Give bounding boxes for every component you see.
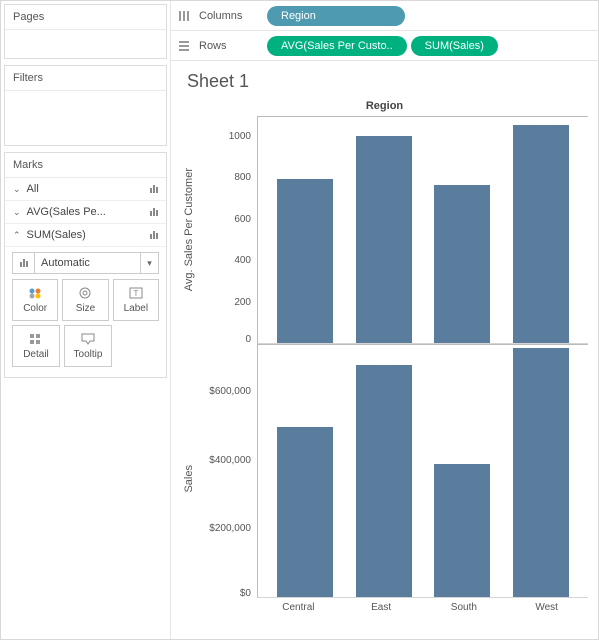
columns-icon bbox=[177, 10, 191, 22]
bar[interactable] bbox=[356, 136, 412, 344]
bar[interactable] bbox=[277, 427, 333, 597]
columns-shelf-label: Columns bbox=[199, 10, 259, 22]
filters-header: Filters bbox=[5, 66, 166, 91]
card-label: Detail bbox=[23, 349, 49, 360]
column-header-region: Region bbox=[181, 100, 588, 112]
pill-avg-sales-per-customer[interactable]: AVG(Sales Per Custo.. bbox=[267, 36, 407, 56]
tooltip-icon bbox=[80, 332, 96, 346]
pill-label: AVG(Sales Per Custo.. bbox=[281, 40, 393, 52]
plot-area-1[interactable] bbox=[257, 116, 588, 344]
chevron-down-icon: ⌄ bbox=[13, 207, 21, 218]
plot-area-2[interactable] bbox=[257, 344, 588, 598]
sheet-title[interactable]: Sheet 1 bbox=[187, 71, 588, 92]
bar-chart-icon bbox=[150, 208, 158, 216]
marks-row-all[interactable]: ⌄ All bbox=[5, 178, 166, 201]
right-area: Columns Region Rows AVG(Sales Per Custo.… bbox=[171, 1, 598, 639]
category-label: South bbox=[423, 598, 506, 613]
y-axis-label-1: Avg. Sales Per Customer bbox=[181, 116, 197, 344]
marks-row-label: AVG(Sales Pe... bbox=[27, 206, 106, 218]
detail-icon bbox=[28, 332, 44, 346]
rows-icon bbox=[177, 40, 191, 52]
app-root: Pages Filters Marks ⌄ All ⌄ AVG(Sales Pe..… bbox=[0, 0, 599, 640]
columns-pills: Region bbox=[267, 6, 405, 26]
marks-row-label: SUM(Sales) bbox=[27, 229, 86, 241]
left-sidebar: Pages Filters Marks ⌄ All ⌄ AVG(Sales Pe..… bbox=[1, 1, 171, 639]
bar-chart-icon bbox=[150, 231, 158, 239]
chart-1: Avg. Sales Per Customer 1000800600400200… bbox=[181, 116, 588, 344]
bar[interactable] bbox=[277, 179, 333, 343]
chevron-up-icon: ⌃ bbox=[13, 230, 21, 241]
pill-label: SUM(Sales) bbox=[425, 40, 484, 52]
pages-panel: Pages bbox=[4, 4, 167, 59]
chart-2-grid: $600,000$400,000$200,000$0 bbox=[197, 344, 588, 598]
y-ticks-1: 10008006004002000 bbox=[197, 116, 257, 344]
chart-1-grid: 10008006004002000 bbox=[197, 116, 588, 344]
pages-body[interactable] bbox=[5, 30, 166, 58]
category-label: West bbox=[505, 598, 588, 613]
marks-row-label: All bbox=[27, 183, 39, 195]
size-icon bbox=[77, 286, 93, 300]
marks-row-sum[interactable]: ⌃ SUM(Sales) bbox=[5, 224, 166, 247]
rows-shelf-label: Rows bbox=[199, 40, 259, 52]
rows-pills: AVG(Sales Per Custo.. SUM(Sales) bbox=[267, 36, 498, 56]
bar-chart-icon bbox=[13, 253, 35, 273]
chevron-down-icon: ⌄ bbox=[13, 184, 21, 195]
bar-chart-icon bbox=[150, 185, 158, 193]
tooltip-card[interactable]: Tooltip bbox=[64, 325, 112, 367]
color-card[interactable]: Color bbox=[12, 279, 58, 321]
marks-panel: Marks ⌄ All ⌄ AVG(Sales Pe... ⌃ SUM(Sales) … bbox=[4, 152, 167, 378]
bar[interactable] bbox=[356, 365, 412, 597]
card-label: Label bbox=[124, 303, 148, 314]
mark-type-label: Automatic bbox=[35, 257, 140, 269]
category-labels: CentralEastSouthWest bbox=[257, 598, 588, 613]
bar[interactable] bbox=[513, 348, 569, 597]
detail-card[interactable]: Detail bbox=[12, 325, 60, 367]
mark-type-select[interactable]: Automatic ▾ bbox=[12, 252, 159, 274]
y-ticks-2: $600,000$400,000$200,000$0 bbox=[197, 344, 257, 598]
columns-shelf[interactable]: Columns Region bbox=[171, 1, 598, 31]
marks-header: Marks bbox=[5, 153, 166, 178]
dropdown-arrow-icon: ▾ bbox=[140, 253, 158, 273]
marks-row-avg[interactable]: ⌄ AVG(Sales Pe... bbox=[5, 201, 166, 224]
mark-cards-row1: Color Size T Label bbox=[12, 279, 159, 321]
marks-body: ⌄ All ⌄ AVG(Sales Pe... ⌃ SUM(Sales) Automa… bbox=[5, 178, 166, 377]
pill-sum-sales[interactable]: SUM(Sales) bbox=[411, 36, 498, 56]
bar[interactable] bbox=[434, 464, 490, 597]
color-icon bbox=[27, 286, 43, 300]
card-label: Color bbox=[23, 303, 47, 314]
category-label: East bbox=[340, 598, 423, 613]
bar[interactable] bbox=[434, 185, 490, 343]
size-card[interactable]: Size bbox=[62, 279, 108, 321]
rows-shelf[interactable]: Rows AVG(Sales Per Custo.. SUM(Sales) bbox=[171, 31, 598, 61]
category-label: Central bbox=[257, 598, 340, 613]
filters-panel: Filters bbox=[4, 65, 167, 146]
svg-text:T: T bbox=[133, 289, 138, 298]
y-axis-label-2: Sales bbox=[181, 344, 197, 613]
mark-cards-row2: Detail Tooltip bbox=[12, 325, 159, 367]
pill-region[interactable]: Region bbox=[267, 6, 405, 26]
filters-body[interactable] bbox=[5, 91, 166, 145]
bar[interactable] bbox=[513, 125, 569, 343]
label-card[interactable]: T Label bbox=[113, 279, 159, 321]
pages-header: Pages bbox=[5, 5, 166, 30]
chart-2: Sales $600,000$400,000$200,000$0 Central… bbox=[181, 344, 588, 613]
pill-label: Region bbox=[281, 10, 316, 22]
card-label: Tooltip bbox=[74, 349, 103, 360]
card-label: Size bbox=[76, 303, 95, 314]
sheet-area: Sheet 1 Region Avg. Sales Per Customer 1… bbox=[171, 61, 598, 639]
label-icon: T bbox=[128, 286, 144, 300]
